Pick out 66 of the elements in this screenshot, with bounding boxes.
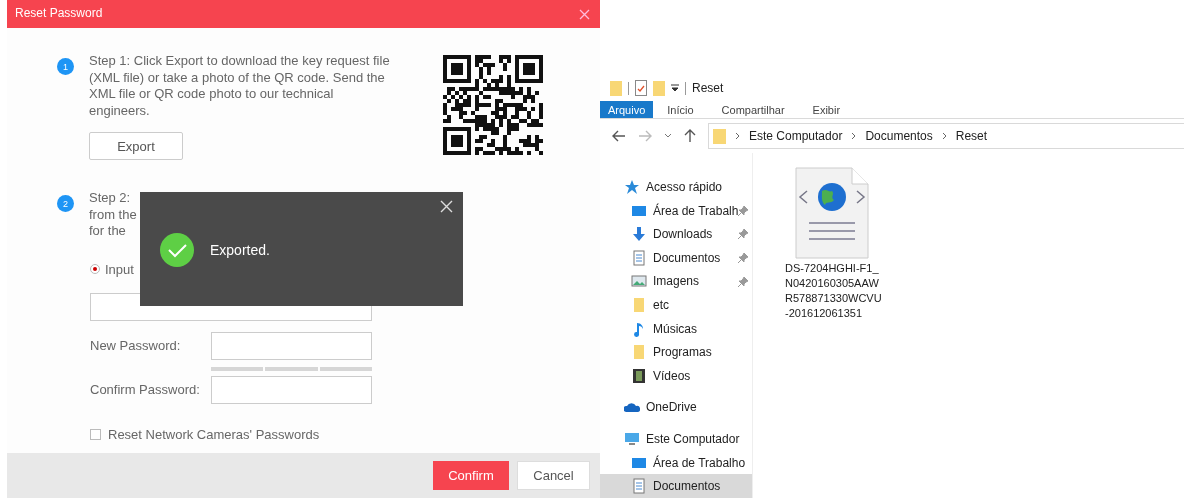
document-icon	[631, 478, 647, 495]
pin-icon[interactable]	[738, 229, 748, 240]
field-label: Confirm Password:	[90, 382, 201, 397]
chevron-right-icon	[735, 132, 740, 141]
step-instruction-fragment: for the	[89, 223, 126, 240]
nav-item[interactable]: Acesso rápido	[600, 175, 752, 199]
star-icon	[624, 179, 640, 196]
ribbon-tab[interactable]: Compartilhar	[707, 101, 799, 119]
computer-icon	[624, 431, 640, 447]
step-number-badge: 1	[57, 58, 74, 75]
folder-icon	[631, 297, 647, 314]
ribbon-tab[interactable]: Início	[653, 101, 708, 119]
nav-item[interactable]: Vídeos	[600, 364, 752, 388]
pin-icon[interactable]	[738, 276, 748, 287]
password-field[interactable]	[211, 331, 372, 360]
picture-icon	[631, 273, 647, 290]
back-arrow-icon[interactable]	[612, 130, 626, 143]
file-name[interactable]: DS-7204HGHI-F1_N0420160305AAWR578871330WCVU-201612061351	[785, 261, 883, 322]
ribbon-tab[interactable]: Exibir	[798, 101, 855, 119]
pin-icon[interactable]	[738, 253, 748, 264]
nav-item[interactable]: etc	[600, 293, 752, 317]
step-instruction-fragment: Step 2:	[89, 190, 131, 207]
dialog-title: Reset Password	[15, 6, 103, 20]
breadcrumb-item[interactable]: Reset	[955, 129, 988, 144]
step-instruction: Step 1: Click Export to download the key request file (XML file) or take a photo of the QR code. Send the XML file or QR code photo to our technical engineers.	[89, 53, 391, 119]
ribbon-tab[interactable]: Arquivo	[600, 101, 654, 119]
properties-icon[interactable]	[635, 80, 647, 97]
field-label: New Password:	[90, 338, 182, 353]
reset-cameras-checkbox[interactable]: Reset Network Cameras' Passwords	[90, 426, 600, 442]
cancel-button[interactable]: Cancel	[517, 461, 590, 490]
radio-option[interactable]: Input	[90, 261, 134, 277]
forward-arrow-icon[interactable]	[638, 130, 652, 143]
nav-item[interactable]: Programas	[600, 340, 752, 365]
download-icon	[631, 226, 647, 243]
step-instruction-fragment: from the	[89, 206, 137, 223]
export-button[interactable]: Export	[89, 132, 183, 160]
nav-item[interactable]: Documentos	[600, 474, 752, 498]
nav-item[interactable]: Músicas	[600, 316, 752, 341]
nav-item[interactable]: Este Computador	[600, 427, 752, 451]
toast-message: Exported.	[210, 242, 270, 258]
chevron-right-icon	[941, 132, 947, 141]
step-number-badge: 2	[57, 195, 74, 212]
nav-item[interactable]: OneDrive	[600, 395, 752, 420]
folder-icon	[631, 344, 647, 361]
folder-icon	[713, 128, 726, 145]
document-icon	[631, 249, 647, 266]
video-icon	[631, 367, 647, 384]
chevron-down-icon[interactable]	[664, 133, 672, 140]
chevron-right-icon	[851, 132, 857, 141]
password-field[interactable]	[211, 375, 372, 404]
nav-item[interactable]: Área de Trabalh	[600, 198, 752, 223]
pin-icon[interactable]	[738, 205, 748, 216]
nav-item[interactable]: Documentos	[600, 246, 752, 270]
breadcrumb-item[interactable]: Documentos	[865, 129, 933, 144]
nav-item[interactable]: Imagens	[600, 269, 752, 294]
window-title: Reset	[692, 81, 724, 96]
nav-item[interactable]: Downloads	[600, 222, 752, 247]
up-arrow-icon[interactable]	[684, 129, 696, 144]
confirm-button[interactable]: Confirm	[433, 461, 509, 490]
success-check-icon	[160, 233, 194, 267]
nav-item[interactable]: Área de Trabalho	[600, 450, 752, 475]
xml-file-icon[interactable]	[795, 167, 869, 260]
dropdown-icon[interactable]	[671, 84, 679, 93]
breadcrumb-item[interactable]: Este Computador	[749, 129, 843, 144]
close-icon[interactable]	[440, 200, 453, 213]
address-bar[interactable]: Este Computador Documentos Reset	[708, 123, 1184, 150]
